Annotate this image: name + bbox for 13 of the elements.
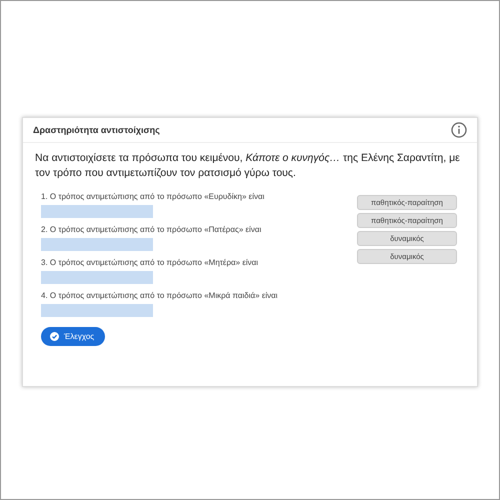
- drop-zone[interactable]: [41, 304, 153, 317]
- drop-zone[interactable]: [41, 238, 153, 251]
- activity-title: Δραστηριότητα αντιστοίχισης: [33, 125, 160, 135]
- question-text: 4. Ο τρόπος αντιμετώπισης από το πρόσωπο «Μικρά παιδιά» είναι: [41, 290, 278, 301]
- question-text: 1. Ο τρόπος αντιμετώπισης από το πρόσωπο «Ευρυδίκη» είναι: [41, 191, 266, 202]
- check-circle-icon: [50, 332, 59, 341]
- info-icon[interactable]: [451, 122, 467, 138]
- check-button[interactable]: Έλεγχος: [41, 327, 106, 346]
- instruction-text: Να αντιστοιχίσετε τα πρόσωπα του κειμένου, Κάποτε ο κυνηγός… της Ελένης Σαραντίτη, με τον τρόπο που αντιμετωπίζουν τον ρατσισμό γύρω τους.: [35, 151, 461, 181]
- question-text: 3. Ο τρόπος αντιμετώπισης από το πρόσωπο «Μητέρα» είναι: [41, 257, 260, 268]
- drop-zone[interactable]: [41, 271, 153, 284]
- question-text: 2. Ο τρόπος αντιμετώπισης από το πρόσωπο «Πατέρας» είναι: [41, 224, 262, 235]
- drop-zone[interactable]: [41, 205, 153, 218]
